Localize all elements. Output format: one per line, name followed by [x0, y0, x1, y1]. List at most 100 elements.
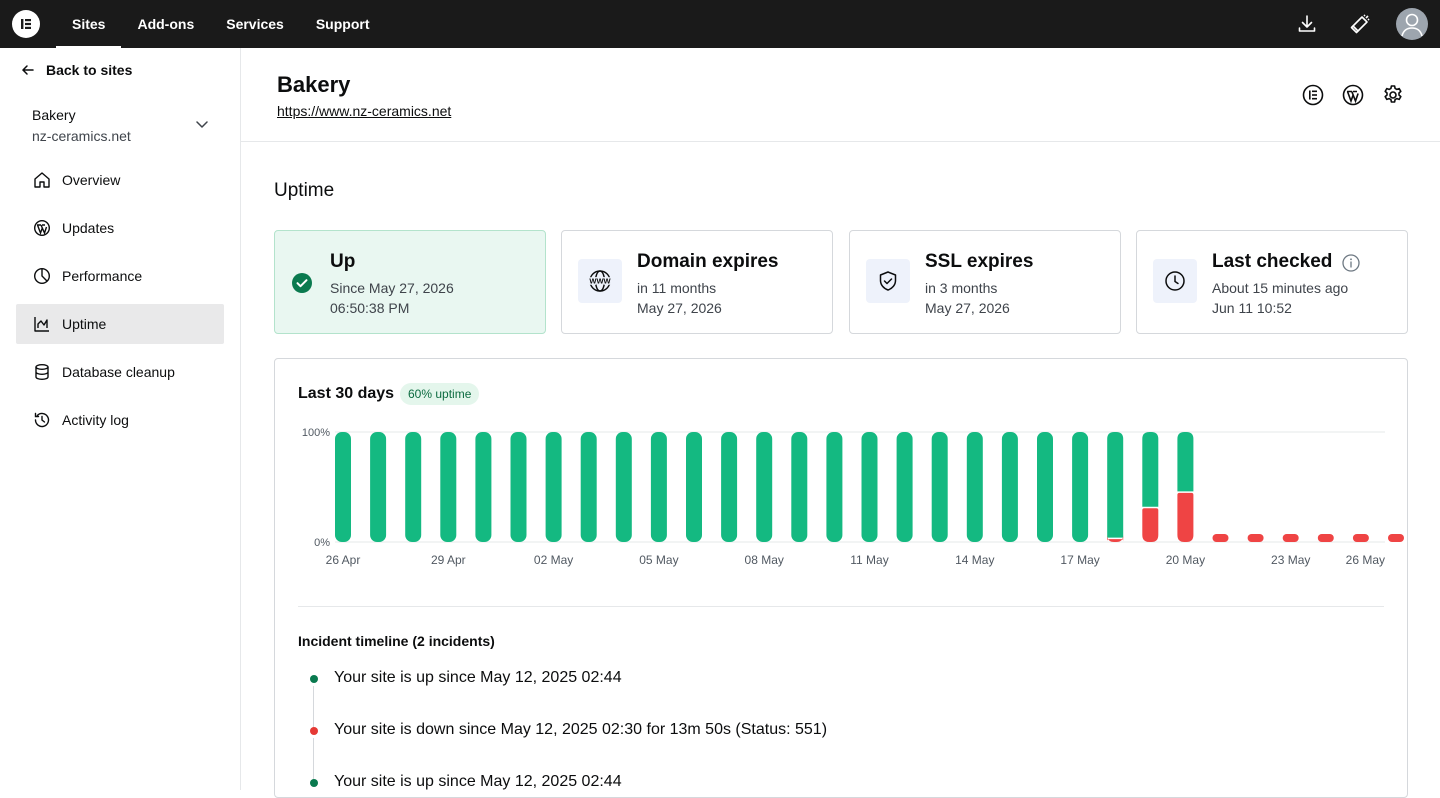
wordpress-icon	[32, 218, 52, 238]
top-nav-tabs: Sites Add-ons Services Support	[56, 0, 386, 48]
download-icon[interactable]	[1295, 12, 1319, 36]
bar	[721, 432, 738, 542]
gear-icon[interactable]	[1381, 83, 1405, 107]
www-globe-icon: WWW	[578, 259, 622, 303]
tab-add-ons[interactable]: Add-ons	[121, 0, 210, 48]
x-tick-label: 23 May	[1271, 553, 1310, 567]
avatar[interactable]	[1396, 8, 1428, 40]
bar	[510, 432, 527, 542]
back-to-sites-link[interactable]: Back to sites	[20, 62, 132, 78]
bar	[475, 432, 492, 542]
database-icon	[32, 362, 52, 382]
bar	[335, 432, 351, 542]
x-tick-label: 08 May	[745, 553, 784, 567]
bar	[791, 432, 808, 542]
incident-item: Your site is up since May 12, 2025 02:44	[334, 669, 622, 686]
bar	[580, 432, 597, 542]
tab-sites[interactable]: Sites	[56, 0, 122, 48]
sidebar-item-label: Overview	[62, 172, 121, 188]
sidebar-item-label: Uptime	[62, 316, 107, 332]
bar-down-segment	[1177, 492, 1194, 542]
bar	[966, 432, 983, 542]
bar	[370, 432, 387, 542]
incident-status-dot	[310, 675, 318, 683]
site-selector[interactable]: Bakery nz-ceramics.net	[16, 100, 224, 150]
divider	[298, 606, 1384, 607]
no-data-bar	[1352, 534, 1369, 542]
uptime-bar-chart: 100% 0% 26 Apr 29 Apr 02 May 05 May 08 May 11 M…	[302, 427, 1404, 567]
timeline-connector	[313, 686, 314, 730]
chevron-down-icon	[196, 121, 208, 128]
sidebar-item-label: Updates	[62, 220, 115, 236]
bar	[861, 432, 878, 542]
check-circle-icon	[292, 273, 312, 293]
sidebar-item-overview[interactable]: Overview	[16, 160, 224, 200]
sidebar-item-uptime[interactable]: Uptime	[16, 304, 224, 344]
domain-expires-card: WWW Domain expires in 11 months May 27, …	[561, 230, 833, 334]
last-checked-card: Last checked About 15 minutes ago Jun 11…	[1136, 230, 1408, 334]
chart-icon	[32, 314, 52, 334]
card-line-2: May 27, 2026	[637, 300, 722, 316]
incident-timeline-title: Incident timeline (2 incidents)	[298, 633, 495, 649]
x-tick-label: 11 May	[850, 553, 888, 567]
card-line-1: in 3 months	[925, 280, 998, 296]
x-tick-label: 05 May	[639, 553, 678, 567]
bar	[686, 432, 702, 542]
megaphone-icon[interactable]	[1348, 12, 1372, 36]
back-link-label: Back to sites	[46, 62, 133, 78]
x-tick-label: 02 May	[534, 553, 573, 567]
no-data-bar	[1317, 534, 1334, 542]
tab-services[interactable]: Services	[210, 0, 300, 48]
x-tick-label: 26 May	[1346, 553, 1385, 567]
bar-up-segment	[1177, 432, 1194, 492]
ssl-expires-card: SSL expires in 3 months May 27, 2026	[849, 230, 1121, 334]
elementor-icon[interactable]	[1301, 83, 1325, 107]
x-tick-label: 29 Apr	[431, 553, 466, 567]
no-data-bar	[1282, 534, 1299, 542]
bar	[440, 432, 457, 542]
bar	[615, 432, 632, 542]
x-tick-label: 26 Apr	[326, 553, 361, 567]
bar-down-segment	[1142, 508, 1159, 542]
history-icon	[32, 410, 52, 430]
shield-check-icon	[866, 259, 910, 303]
bar	[896, 432, 913, 542]
bar	[650, 432, 667, 542]
x-tick-label: 17 May	[1060, 553, 1099, 567]
page-title: Bakery	[277, 72, 351, 97]
elementor-logo-icon[interactable]	[12, 10, 40, 38]
info-icon[interactable]	[1341, 253, 1361, 273]
card-line-2: 06:50:38 PM	[330, 300, 410, 316]
y-tick-label: 100%	[302, 427, 330, 439]
avatar-icon	[1401, 13, 1423, 37]
incident-status-dot	[310, 727, 318, 735]
bar-up-segment	[1142, 432, 1159, 507]
sidebar-item-performance[interactable]: Performance	[16, 256, 224, 296]
sidebar-item-updates[interactable]: Updates	[16, 208, 224, 248]
incident-item: Your site is up since May 12, 2025 02:44	[334, 773, 622, 790]
card-line-1: About 15 minutes ago	[1212, 280, 1349, 296]
sidebar-item-label: Activity log	[62, 412, 129, 428]
wordpress-icon[interactable]	[1341, 83, 1365, 107]
card-title: SSL expires	[925, 251, 1034, 272]
no-data-bar	[1212, 534, 1229, 542]
card-line-2: May 27, 2026	[925, 300, 1010, 316]
bar	[1072, 432, 1089, 542]
sidebar-menu: Overview Updates Performance Uptime Data…	[16, 160, 224, 448]
svg-text:WWW: WWW	[589, 277, 611, 286]
bar	[826, 432, 843, 542]
sidebar: Back to sites Bakery nz-ceramics.net Ove…	[0, 48, 241, 790]
card-title: Domain expires	[637, 251, 779, 272]
bar	[1037, 432, 1053, 542]
clock-icon	[1153, 259, 1197, 303]
sidebar-item-activity-log[interactable]: Activity log	[16, 400, 224, 440]
card-line-1: Since May 27, 2026	[330, 280, 454, 296]
x-tick-label: 20 May	[1166, 553, 1205, 567]
sidebar-item-label: Database cleanup	[62, 364, 175, 380]
no-data-bar	[1388, 534, 1404, 542]
home-icon	[32, 170, 52, 190]
card-title: Up	[330, 251, 356, 272]
sidebar-item-database-cleanup[interactable]: Database cleanup	[16, 352, 224, 392]
tab-support[interactable]: Support	[300, 0, 386, 48]
site-url-link[interactable]: https://www.nz-ceramics.net	[277, 103, 451, 119]
